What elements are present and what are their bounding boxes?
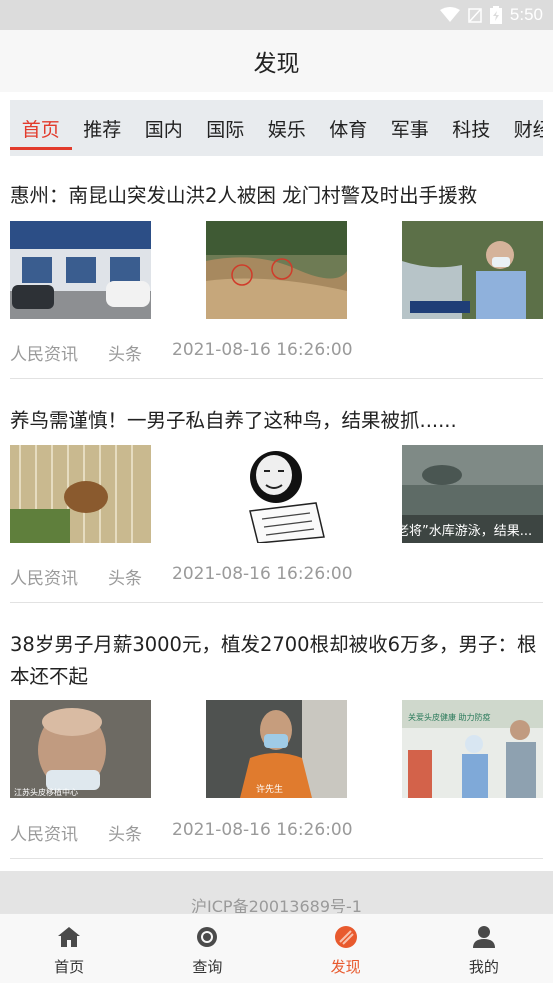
news-thumbnail[interactable]: 老将”水库游泳，结果... bbox=[402, 445, 543, 543]
search-icon bbox=[197, 927, 218, 947]
tab-military[interactable]: 军事 bbox=[379, 100, 441, 156]
status-icons: 5:50 bbox=[439, 5, 543, 25]
thumb-caption: 江苏头皮移植中心 bbox=[14, 787, 78, 797]
bottom-nav: 首页 查询 发现 我的 bbox=[0, 913, 553, 983]
news-meta: 人民资讯 头条 2021-08-16 16:26:00 bbox=[10, 564, 353, 589]
tab-finance[interactable]: 财经 bbox=[502, 100, 543, 156]
news-time: 2021-08-16 16:26:00 bbox=[172, 564, 353, 584]
icp-license: 沪ICP备20013689号-1 bbox=[191, 897, 362, 916]
news-time: 2021-08-16 16:26:00 bbox=[172, 820, 353, 840]
news-meta: 人民资讯 头条 2021-08-16 16:26:00 bbox=[10, 340, 353, 365]
tab-home[interactable]: 首页 bbox=[10, 100, 72, 156]
flood-river-photo bbox=[206, 221, 347, 319]
police-officer-photo bbox=[402, 221, 543, 319]
news-thumbnail[interactable] bbox=[206, 221, 347, 319]
news-tag: 头条 bbox=[108, 569, 142, 589]
nav-query[interactable]: 查询 bbox=[138, 914, 276, 983]
birdcage-photo bbox=[10, 445, 151, 543]
nav-mine[interactable]: 我的 bbox=[415, 914, 553, 983]
meme-face-image bbox=[206, 445, 347, 543]
signal-icon bbox=[468, 8, 482, 23]
status-bar: 5:50 bbox=[0, 0, 553, 30]
home-icon bbox=[58, 927, 81, 947]
nav-query-label: 查询 bbox=[192, 958, 223, 976]
nav-discover-label: 发现 bbox=[330, 958, 361, 976]
footer-band: 沪ICP备20013689号-1 bbox=[0, 871, 553, 916]
news-thumbnail[interactable]: 江苏头皮移植中心 bbox=[10, 700, 151, 798]
nav-home-label: 首页 bbox=[54, 958, 85, 976]
news-thumbnail[interactable] bbox=[10, 221, 151, 319]
news-item[interactable]: 养鸟需谨慎！一男子私自养了这种鸟，结果被抓...... 老将”水库游泳，结果..… bbox=[10, 379, 543, 603]
news-source: 人民资讯 bbox=[10, 825, 78, 845]
wifi-icon bbox=[439, 7, 460, 22]
news-tag: 头条 bbox=[108, 345, 142, 365]
news-thumbnail[interactable] bbox=[402, 221, 543, 319]
nav-home[interactable]: 首页 bbox=[0, 914, 138, 983]
news-source: 人民资讯 bbox=[10, 345, 78, 365]
news-thumbnail[interactable]: 许先生 bbox=[206, 700, 347, 798]
thumb-caption: 关爱头皮健康 助力防疫 bbox=[408, 712, 491, 722]
thumb-caption: 老将”水库游泳，结果... bbox=[402, 523, 532, 539]
police-station-photo bbox=[10, 221, 151, 319]
news-title[interactable]: 惠州：南昆山突发山洪2人被困 龙门村警及时出手援救 bbox=[10, 180, 543, 212]
news-item[interactable]: 惠州：南昆山突发山洪2人被困 龙门村警及时出手援救 人民资讯 头条 2021-0… bbox=[10, 156, 543, 379]
nav-discover[interactable]: 发现 bbox=[277, 914, 415, 983]
discover-icon bbox=[334, 926, 357, 948]
news-source: 人民资讯 bbox=[10, 569, 78, 589]
category-tab-strip[interactable]: 首页 推荐 国内 国际 娱乐 体育 军事 科技 财经 bbox=[10, 100, 543, 156]
status-time: 5:50 bbox=[509, 5, 543, 24]
hospital-event-photo: 关爱头皮健康 助力防疫 bbox=[402, 700, 543, 798]
news-time: 2021-08-16 16:26:00 bbox=[172, 340, 353, 360]
news-thumbnail[interactable]: 关爱头皮健康 助力防疫 bbox=[402, 700, 543, 798]
news-meta: 人民资讯 头条 2021-08-16 16:26:00 bbox=[10, 820, 353, 845]
tab-recommend[interactable]: 推荐 bbox=[72, 100, 134, 156]
tab-sports[interactable]: 体育 bbox=[318, 100, 380, 156]
tab-entertainment[interactable]: 娱乐 bbox=[256, 100, 318, 156]
tab-domestic[interactable]: 国内 bbox=[133, 100, 195, 156]
news-thumbnail[interactable] bbox=[10, 445, 151, 543]
news-thumbnail[interactable] bbox=[206, 445, 347, 543]
thumb-caption: 许先生 bbox=[256, 783, 283, 795]
news-item[interactable]: 38岁男子月薪3000元，植发2700根却被收6万多，男子：根本还不起 江苏头皮… bbox=[10, 603, 543, 859]
reservoir-swim-video-thumb: 老将”水库游泳，结果... bbox=[402, 445, 543, 543]
news-title[interactable]: 38岁男子月薪3000元，植发2700根却被收6万多，男子：根本还不起 bbox=[10, 629, 543, 693]
category-tabs: 首页 推荐 国内 国际 娱乐 体育 军事 科技 财经 bbox=[10, 100, 543, 156]
page-title: 发现 bbox=[253, 51, 300, 77]
nav-mine-label: 我的 bbox=[468, 958, 499, 976]
tab-tech[interactable]: 科技 bbox=[441, 100, 503, 156]
news-tag: 头条 bbox=[108, 825, 142, 845]
news-title[interactable]: 养鸟需谨慎！一男子私自养了这种鸟，结果被抓...... bbox=[10, 405, 543, 437]
title-bar: 发现 bbox=[0, 30, 553, 92]
user-icon bbox=[472, 926, 495, 948]
bald-man-photo: 江苏头皮移植中心 bbox=[10, 700, 151, 798]
man-orange-shirt-photo: 许先生 bbox=[206, 700, 347, 798]
tab-international[interactable]: 国际 bbox=[195, 100, 257, 156]
battery-icon bbox=[489, 6, 502, 24]
